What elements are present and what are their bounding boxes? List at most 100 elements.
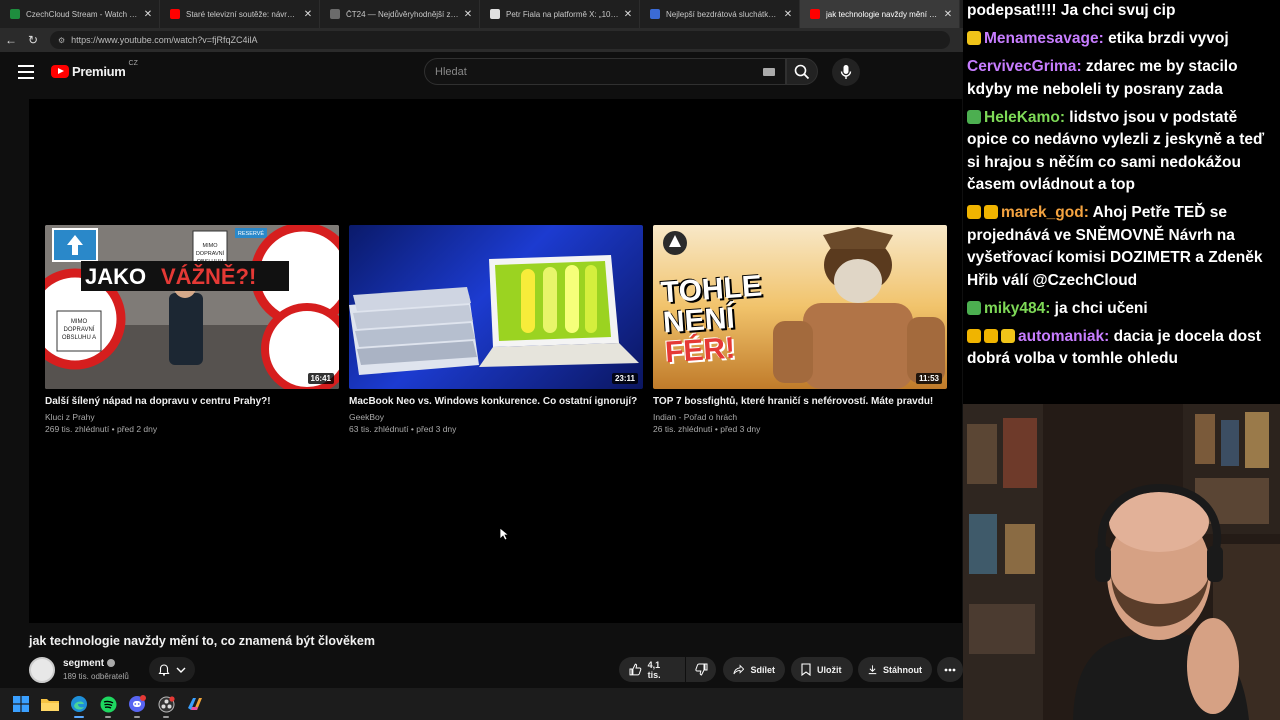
tab-favicon-icon xyxy=(330,9,340,19)
more-actions-button[interactable] xyxy=(937,657,963,682)
browser-tab[interactable]: jak technologie navždy mění to, co ✕ xyxy=(800,0,960,28)
windows-start-icon[interactable] xyxy=(10,693,32,715)
mouse-cursor-icon xyxy=(499,527,509,541)
video-thumbnail[interactable]: 23:11 xyxy=(349,225,643,389)
keyboard-icon[interactable] xyxy=(763,68,775,76)
chat-badge-icon xyxy=(967,328,981,343)
dislike-button[interactable] xyxy=(686,657,716,682)
video-thumbnail[interactable]: MIMO DOPRAVNÍ OBSLUHU A MIMO DOPRAVNÍ OB… xyxy=(45,225,339,389)
video-title[interactable]: MacBook Neo vs. Windows konkurence. Co o… xyxy=(349,395,643,408)
save-label: Uložit xyxy=(817,664,842,675)
video-duration: 11:53 xyxy=(915,373,942,384)
microphone-icon xyxy=(840,65,852,79)
chat-message: podepsat!!!! Ja chci svuj cip xyxy=(967,0,1280,23)
video-channel[interactable]: Kluci z Prahy xyxy=(45,411,339,423)
video-channel[interactable]: Indian - Pořad o hrách xyxy=(653,411,947,423)
chat-username[interactable]: HeleKamo xyxy=(984,109,1060,126)
tab-close-icon[interactable]: ✕ xyxy=(623,9,633,20)
video-title[interactable]: Další šílený nápad na dopravu v centru P… xyxy=(45,395,339,408)
svg-text:MIMO: MIMO xyxy=(203,243,219,249)
chat-username[interactable]: Menamesavage xyxy=(984,30,1099,47)
search-placeholder: Hledat xyxy=(435,65,467,78)
like-button[interactable]: 4,1 tis. xyxy=(619,657,685,682)
thumb-text-1: JAKO xyxy=(85,264,146,289)
share-button[interactable]: Sdílet xyxy=(723,657,785,682)
chat-badge-icon xyxy=(967,31,981,45)
thumb-text-2: VÁŽNĚ?! xyxy=(161,264,256,289)
site-info-icon[interactable]: ⚙ xyxy=(58,36,65,45)
address-bar[interactable]: ⚙ https://www.youtube.com/watch?v=fjRfqZ… xyxy=(50,31,950,49)
more-horizontal-icon xyxy=(944,668,956,671)
tab-close-icon[interactable]: ✕ xyxy=(463,9,473,20)
endscreen-video-card[interactable]: MIMO DOPRAVNÍ OBSLUHU A MIMO DOPRAVNÍ OB… xyxy=(45,225,339,435)
spotify-icon[interactable] xyxy=(97,693,119,718)
video-stats: 26 tis. zhlédnutí • před 3 dny xyxy=(653,424,761,434)
chat-username[interactable]: automaniak xyxy=(1018,328,1104,345)
back-icon[interactable]: ← xyxy=(0,29,22,51)
download-button[interactable]: Stáhnout xyxy=(858,657,932,682)
discord-icon[interactable] xyxy=(126,693,148,718)
video-player[interactable]: MIMO DOPRAVNÍ OBSLUHU A MIMO DOPRAVNÍ OB… xyxy=(29,99,962,623)
thumbs-down-icon xyxy=(694,663,707,676)
channel-name-row[interactable]: segment xyxy=(63,658,116,669)
endscreen-video-card[interactable]: 23:11 MacBook Neo vs. Windows konkurence… xyxy=(349,225,643,435)
obs-icon[interactable] xyxy=(155,693,177,718)
endscreen-video-card[interactable]: TOHLE NENÍ FÉR! 11:53 TOP 7 bossfightů, … xyxy=(653,225,947,435)
youtube-premium-logo[interactable]: Premium CZ xyxy=(51,60,138,79)
country-code: CZ xyxy=(128,60,138,67)
browser-tab[interactable]: Petr Fiala na platformě X: „100 dní ✕ xyxy=(480,0,640,28)
chat-badge-icon xyxy=(967,205,981,219)
channel-avatar[interactable] xyxy=(29,657,55,683)
tab-title: jak technologie navždy mění to, co xyxy=(826,9,939,19)
browser-tab-strip: CzechCloud Stream - Watch Live o ✕ Staré t… xyxy=(0,0,963,28)
chat-message: Menamesavage: etika brzdi vyvoj xyxy=(967,28,1280,51)
chat-username[interactable]: miky484 xyxy=(984,300,1045,317)
tab-title: CzechCloud Stream - Watch Live o xyxy=(26,9,139,19)
copilot-icon[interactable] xyxy=(184,693,206,715)
save-button[interactable]: Uložit xyxy=(791,657,853,682)
chat-username[interactable]: marek_god xyxy=(1001,204,1084,221)
chat-username[interactable]: CervivecGrima xyxy=(967,58,1076,75)
tab-title: Petr Fiala na platformě X: „100 dní xyxy=(506,9,619,19)
chat-badge-icon xyxy=(984,328,998,343)
stream-chat-overlay: podepsat!!!! Ja chci svuj cip Menamesavag… xyxy=(963,0,1280,404)
laptop-art xyxy=(349,255,639,375)
voice-search-button[interactable] xyxy=(832,58,860,86)
thumb-caption: TOHLE NENÍ FÉR! xyxy=(660,270,767,370)
video-title[interactable]: TOP 7 bossfightů, které hraničí s neféro… xyxy=(653,395,947,408)
browser-tab[interactable]: CzechCloud Stream - Watch Live o ✕ xyxy=(0,0,160,28)
logo-text: Premium xyxy=(72,64,126,79)
browser-tab[interactable]: Nejlepší bezdrátová sluchátka 2026 ✕ xyxy=(640,0,800,28)
chat-badge-icon xyxy=(1001,328,1015,343)
subscription-bell-button[interactable] xyxy=(149,657,195,682)
video-channel[interactable]: GeekBoy xyxy=(349,411,643,423)
tab-close-icon[interactable]: ✕ xyxy=(143,9,153,20)
svg-text:DOPRAVNÍ: DOPRAVNÍ xyxy=(196,250,225,257)
file-explorer-icon[interactable] xyxy=(39,693,61,715)
subscriber-count: 189 tis. odběratelů xyxy=(63,672,129,681)
video-thumbnail[interactable]: TOHLE NENÍ FÉR! 11:53 xyxy=(653,225,947,389)
chat-text: etika brzdi vyvoj xyxy=(1108,30,1229,47)
tab-close-icon[interactable]: ✕ xyxy=(303,9,313,20)
svg-text:OBSLUHU A: OBSLUHU A xyxy=(62,335,96,341)
tab-close-icon[interactable]: ✕ xyxy=(943,9,953,20)
svg-text:RESERVÉ: RESERVÉ xyxy=(238,230,265,237)
windows-taskbar xyxy=(0,688,963,720)
search-button[interactable] xyxy=(786,58,818,85)
chat-message: HeleKamo: lidstvo jsou v podstatě opice … xyxy=(967,107,1280,197)
chat-separator: : xyxy=(1083,204,1093,221)
video-title-heading: jak technologie navždy mění to, co zname… xyxy=(29,634,375,648)
browser-tab[interactable]: Staré televizní soutěže: návrat do d ✕ xyxy=(160,0,320,28)
tab-title: Staré televizní soutěže: návrat do d xyxy=(186,9,299,19)
tab-favicon-icon xyxy=(170,9,180,19)
search-icon xyxy=(794,64,810,79)
thumbnail-art: MIMO DOPRAVNÍ OBSLUHU A MIMO DOPRAVNÍ OB… xyxy=(45,225,339,389)
hamburger-menu-icon[interactable] xyxy=(18,65,34,79)
search-input[interactable]: Hledat xyxy=(424,58,786,85)
tab-close-icon[interactable]: ✕ xyxy=(783,9,793,20)
svg-text:MIMO: MIMO xyxy=(71,319,88,325)
edge-browser-icon[interactable] xyxy=(68,693,90,718)
tab-favicon-icon xyxy=(490,9,500,19)
reload-icon[interactable]: ↻ xyxy=(22,29,44,51)
browser-tab[interactable]: ČT24 — Nejdůvěryhodnější zpravo ✕ xyxy=(320,0,480,28)
